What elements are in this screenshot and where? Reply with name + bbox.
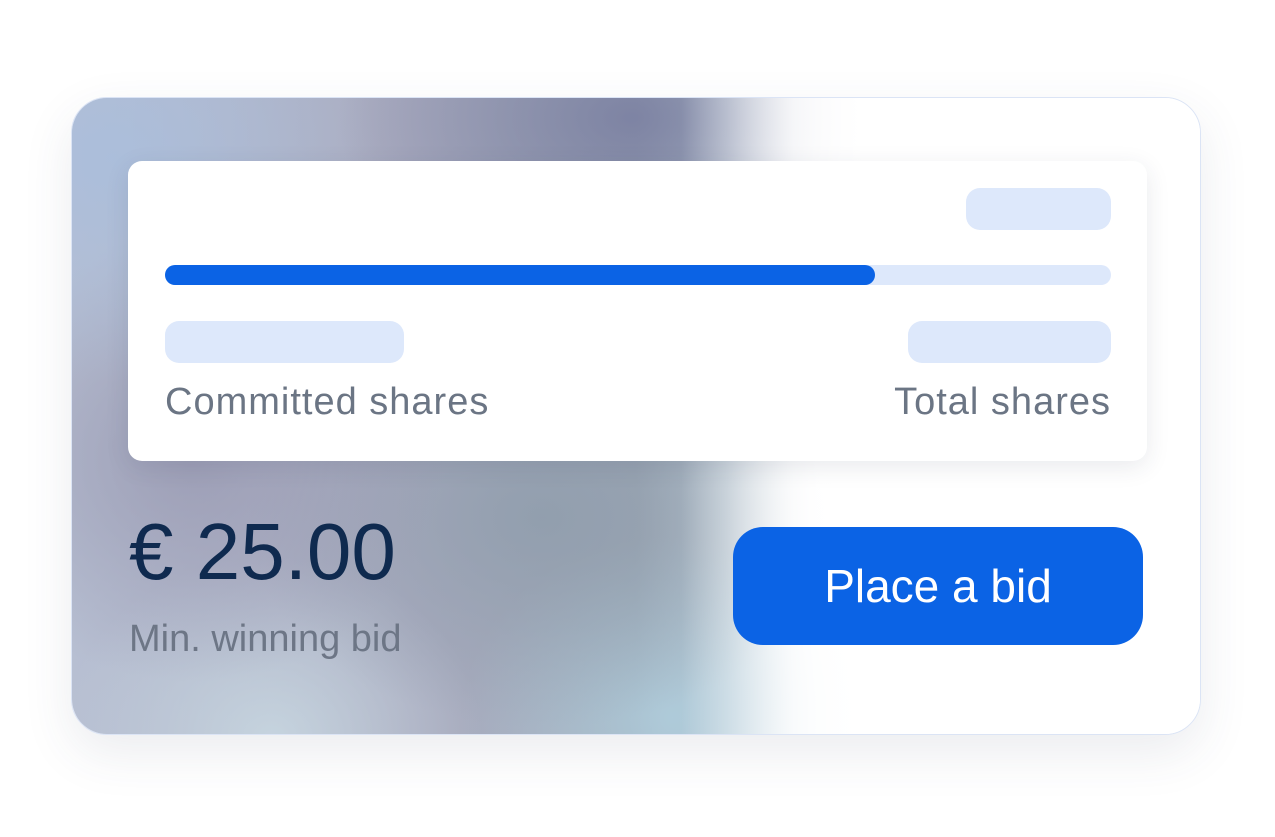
shares-panel: Committed shares Total shares bbox=[128, 161, 1147, 461]
committed-shares-label: Committed shares bbox=[165, 381, 490, 423]
shares-progress-bar bbox=[165, 265, 1111, 285]
min-bid-label: Min. winning bid bbox=[129, 618, 402, 660]
place-bid-button[interactable]: Place a bid bbox=[733, 527, 1143, 645]
skeleton-placeholder-percentage bbox=[966, 188, 1111, 230]
min-bid-price: € 25.00 bbox=[129, 507, 396, 596]
skeleton-placeholder-committed-value bbox=[165, 321, 404, 363]
total-shares-label: Total shares bbox=[894, 381, 1111, 423]
skeleton-placeholder-total-value bbox=[908, 321, 1111, 363]
shares-progress-fill bbox=[165, 265, 875, 285]
bid-card: Committed shares Total shares € 25.00 Mi… bbox=[71, 97, 1201, 735]
